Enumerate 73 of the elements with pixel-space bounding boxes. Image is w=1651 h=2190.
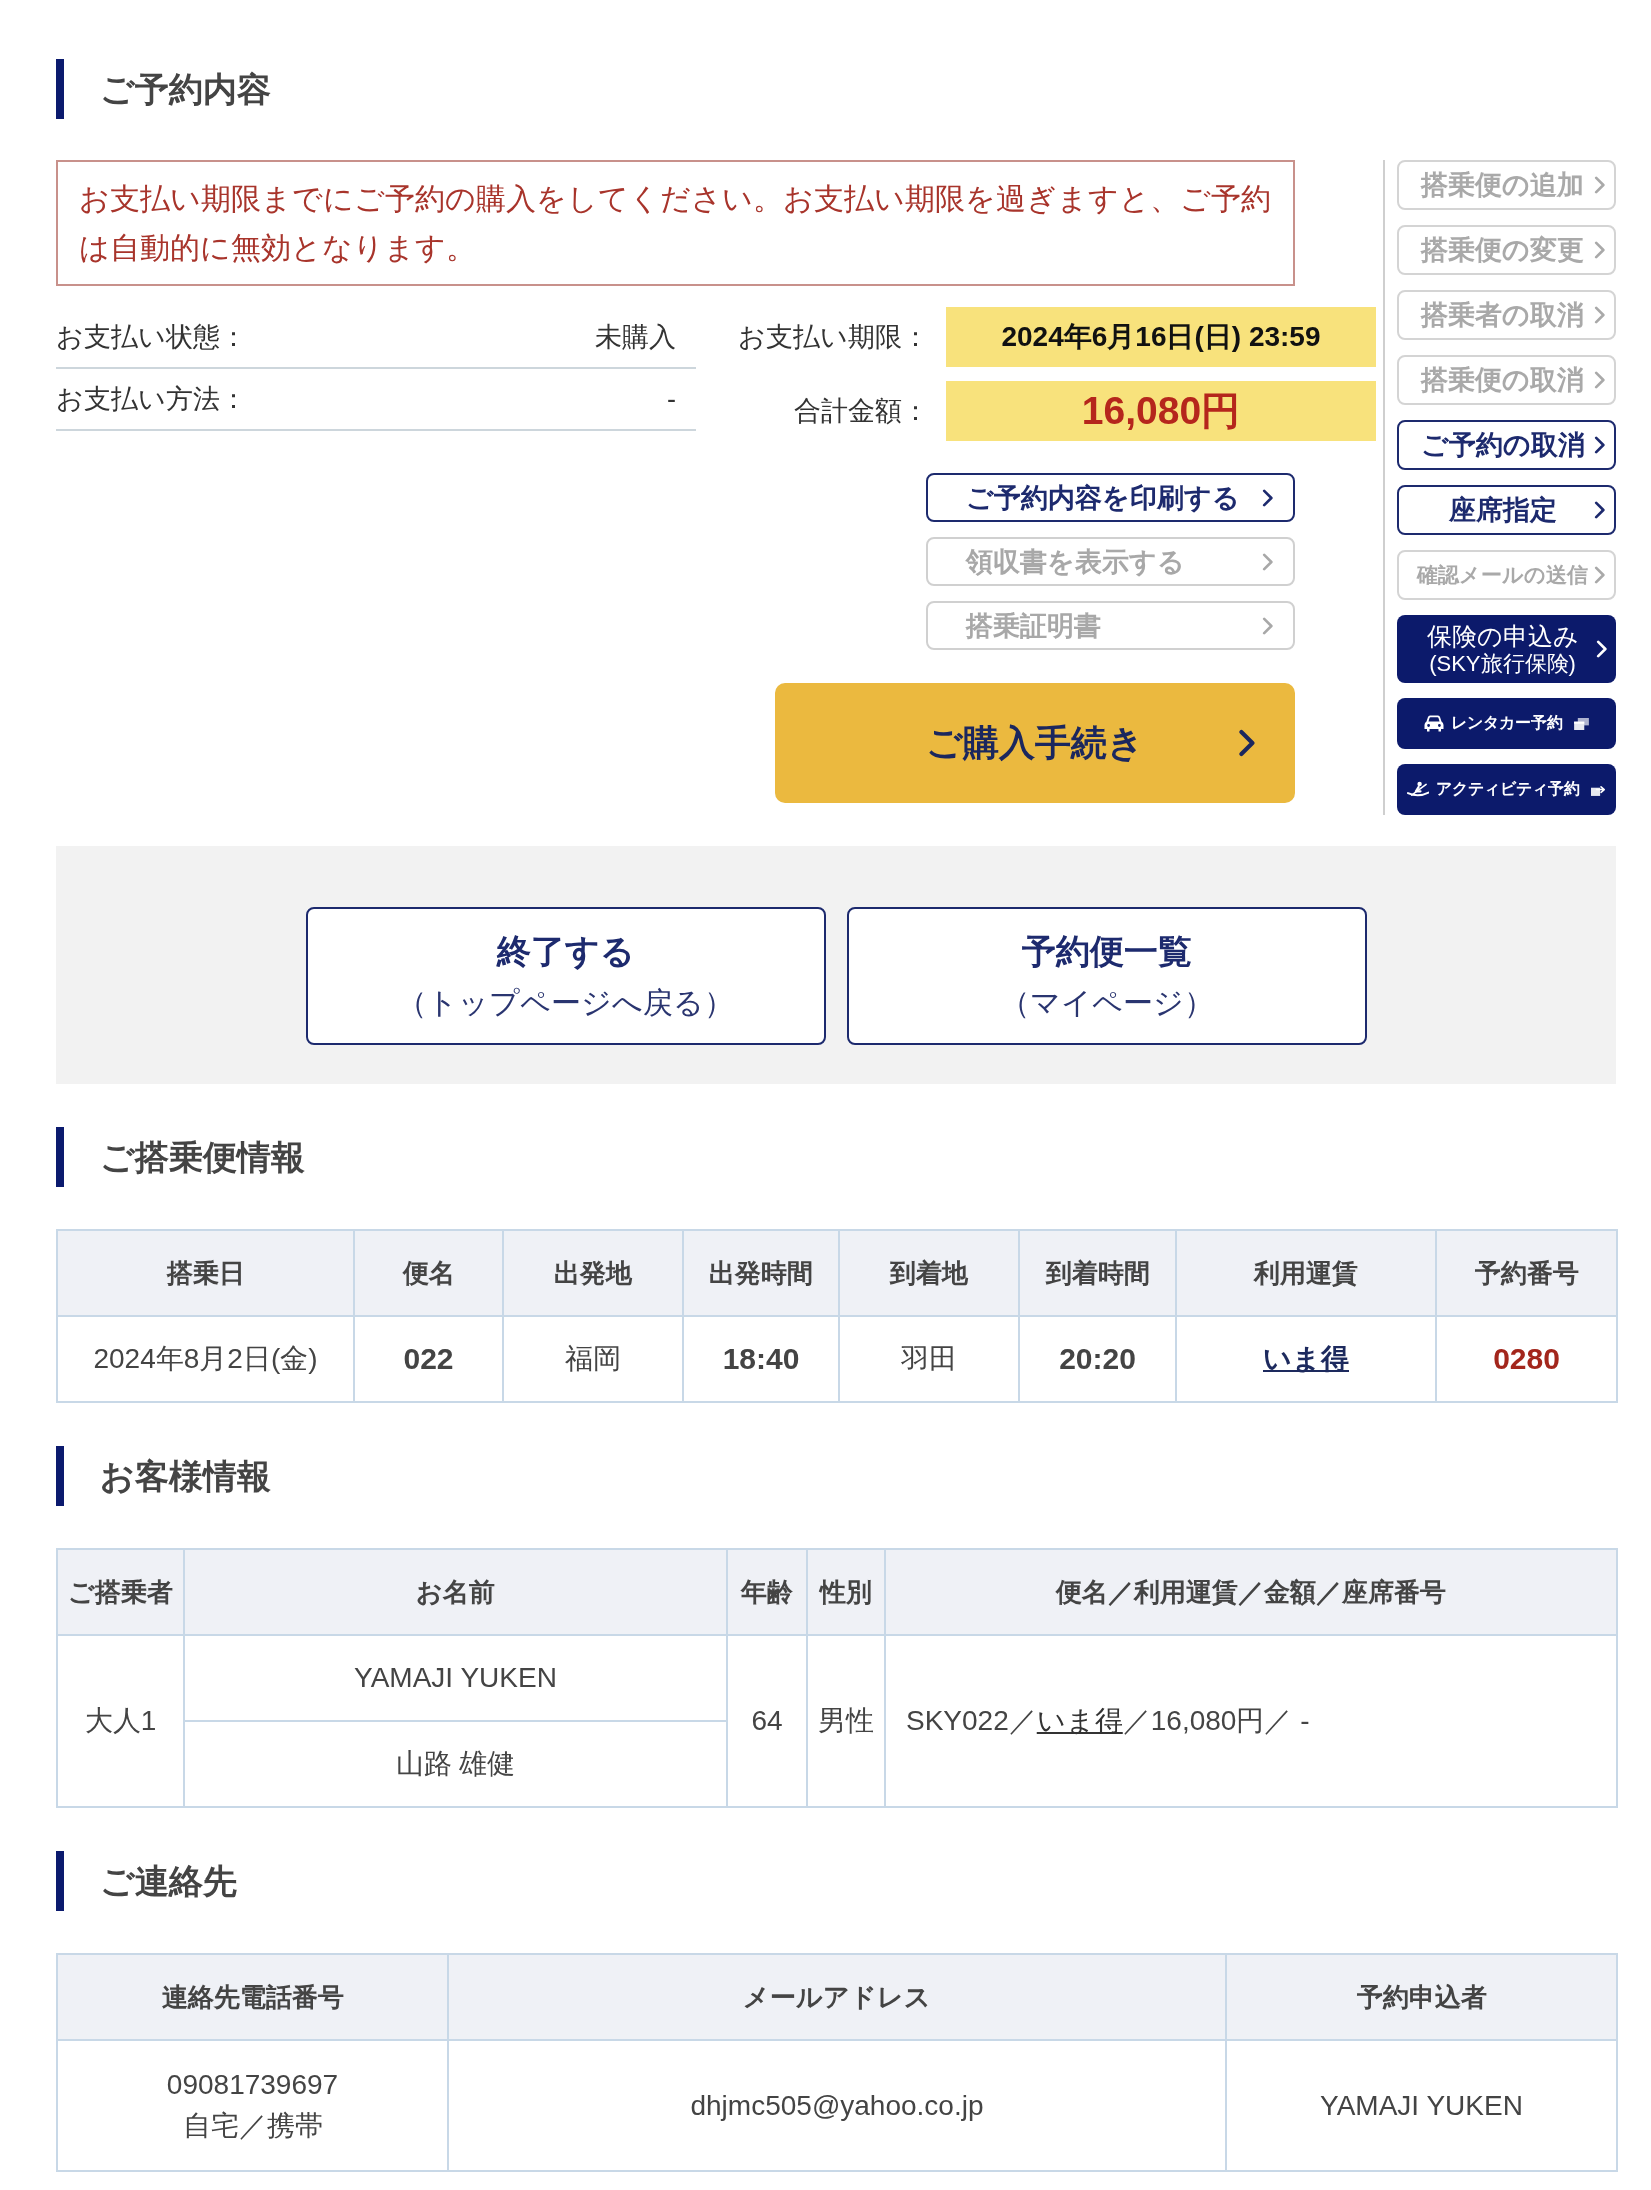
chevron-icon — [1262, 616, 1273, 635]
section-heading: ご連絡先 — [56, 1851, 1616, 1911]
table-header-cell: 連絡先電話番号 — [57, 1954, 448, 2040]
table-cell: 022 — [354, 1316, 503, 1402]
section-heading: お客様情報 — [56, 1446, 1616, 1506]
table-cell: 20:20 — [1019, 1316, 1176, 1402]
table-cell: 18:40 — [683, 1316, 839, 1402]
chevron-icon — [1594, 501, 1605, 519]
table-cell: 2024年8月2日(金) — [57, 1316, 354, 1402]
table-header-cell: ご搭乗者 — [57, 1549, 184, 1635]
windows-icon — [1574, 717, 1589, 730]
chevron-icon — [1594, 176, 1605, 194]
menu-button[interactable]: ご予約の取消 — [1397, 420, 1616, 470]
field-label: 合計金額： — [794, 395, 929, 428]
navigation-button[interactable]: 予約便一覧 （マイページ） — [846, 907, 1367, 1045]
table-cell: dhjmc505@yahoo.co.jp — [448, 2040, 1226, 2171]
table-header-cell: 出発時間 — [683, 1230, 839, 1316]
menu-button[interactable]: 座席指定 — [1397, 485, 1616, 535]
navigation-button[interactable]: 終了する （トップページへ戻る） — [305, 907, 826, 1045]
field-label: お支払い方法： — [56, 383, 247, 416]
chevron-icon — [1262, 552, 1273, 571]
document-button[interactable]: ご予約内容を印刷する — [926, 473, 1295, 522]
table-header-cell: 便名／利用運賃／金額／座席番号 — [885, 1549, 1617, 1635]
chevron-icon — [1594, 436, 1605, 454]
table-cell: YAMAJI YUKEN — [184, 1635, 727, 1721]
fare-link[interactable]: いま得 — [1263, 1343, 1349, 1374]
total-amount: 16,080円 — [946, 381, 1376, 441]
table-header-cell: お名前 — [184, 1549, 727, 1635]
table-header-cell: 出発地 — [503, 1230, 683, 1316]
table-header-cell: メールアドレス — [448, 1954, 1226, 2040]
purchase-button[interactable]: ご購入手続き — [775, 683, 1295, 803]
car-icon — [1424, 715, 1444, 732]
field-label: お支払い期限： — [738, 321, 929, 354]
activity-button[interactable]: アクティビティ予約 — [1397, 764, 1616, 815]
table-header-cell: 到着時間 — [1019, 1230, 1176, 1316]
table-header-cell: 年齢 — [727, 1549, 807, 1635]
field-value: - — [667, 383, 676, 415]
payment-notice: お支払い期限までにご予約の購入をしてください。お支払い期限を過ぎますと、ご予約は自動的に無効となります。 — [56, 160, 1295, 286]
table-header-cell: 便名 — [354, 1230, 503, 1316]
field-label: お支払い状態： — [56, 321, 247, 354]
fare-details: SKY022／いま得／16,080円／ - — [906, 1705, 1310, 1736]
chevron-icon — [1596, 640, 1607, 658]
chevron-icon — [1594, 306, 1605, 324]
phone-type: 自宅／携帯 — [182, 2108, 323, 2143]
table-cell: 大人1 — [57, 1635, 184, 1807]
chevron-icon — [1594, 371, 1605, 389]
table-cell: 男性 — [807, 1635, 885, 1807]
deadline-value: 2024年6月16日(日) 23:59 — [946, 307, 1376, 367]
fare-link[interactable]: いま得 — [1036, 1705, 1123, 1736]
table-header-cell: 性別 — [807, 1549, 885, 1635]
external-link-icon — [1591, 783, 1606, 796]
insurance-button[interactable]: 保険の申込み (SKY旅行保険) — [1397, 615, 1616, 683]
table-header-cell: 予約申込者 — [1226, 1954, 1617, 2040]
chevron-icon — [1238, 729, 1255, 757]
table-cell: YAMAJI YUKEN — [1226, 2040, 1617, 2171]
table-cell: 64 — [727, 1635, 807, 1807]
table-cell: 0280 — [1436, 1316, 1617, 1402]
rental-car-button[interactable]: レンタカー予約 — [1397, 698, 1616, 749]
table-cell: 羽田 — [839, 1316, 1019, 1402]
table-header-cell: 搭乗日 — [57, 1230, 354, 1316]
table-header-cell: 予約番号 — [1436, 1230, 1617, 1316]
section-heading: ご搭乗便情報 — [56, 1127, 1616, 1187]
phone-number: 09081739697 — [166, 2067, 339, 2102]
table-header-cell: 到着地 — [839, 1230, 1019, 1316]
table-header-cell: 利用運賃 — [1176, 1230, 1436, 1316]
chevron-icon — [1594, 566, 1605, 584]
chevron-icon — [1594, 241, 1605, 259]
field-value: 未購入 — [595, 321, 676, 354]
paddler-icon — [1407, 781, 1430, 798]
chevron-icon — [1262, 488, 1273, 507]
table-cell: 福岡 — [503, 1316, 683, 1402]
section-heading: ご予約内容 — [56, 59, 1616, 119]
table-cell: 山路 雄健 — [184, 1721, 727, 1807]
